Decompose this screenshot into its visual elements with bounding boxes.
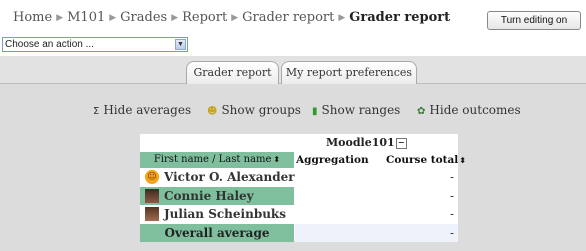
- grades-table: Moodle101− First name / Last name ⬍ Aggre…: [140, 134, 466, 242]
- breadcrumb-separator-icon: ▶: [109, 13, 117, 23]
- breadcrumb-report[interactable]: Report: [182, 10, 227, 25]
- choose-action-select[interactable]: Choose an action ... ▼: [2, 37, 188, 52]
- student-row-name[interactable]: ☺ Victor O. Alexander: [140, 168, 295, 186]
- avatar: [145, 206, 159, 221]
- breadcrumb-grader-report[interactable]: Grader report: [242, 10, 334, 25]
- breadcrumb: Home ▶ M101 ▶ Grades ▶ Report ▶ Grader report ▶ Gr…: [13, 10, 450, 25]
- hide-outcomes-toggle[interactable]: ✿ Hide outcomes: [417, 103, 521, 117]
- breadcrumb-home[interactable]: Home: [13, 10, 52, 25]
- student-name: Victor O. Alexander: [164, 170, 295, 184]
- choose-action-value: Choose an action ...: [5, 39, 94, 50]
- sort-icon[interactable]: ⬍: [459, 156, 466, 165]
- group-icon: ☻: [207, 106, 218, 117]
- chevron-down-icon[interactable]: ▼: [175, 39, 186, 50]
- breadcrumb-separator-icon: ▶: [338, 13, 346, 23]
- outcomes-icon: ✿: [417, 106, 426, 117]
- student-row-name[interactable]: Connie Haley: [140, 187, 294, 205]
- turn-editing-on-button[interactable]: Turn editing on: [487, 11, 581, 30]
- bar-chart-icon: ▮: [312, 106, 318, 117]
- student-name: Julian Scheinbuks: [164, 207, 286, 221]
- collapse-icon[interactable]: −: [395, 137, 407, 149]
- tab-my-report-preferences[interactable]: My report preferences: [281, 61, 417, 84]
- name-header-label: First name / Last name: [153, 154, 272, 165]
- breadcrumb-current: Grader report: [349, 10, 451, 25]
- course-total-header[interactable]: Course total⬍: [386, 152, 466, 168]
- student-total: -: [449, 207, 454, 221]
- sigma-icon: Σ: [93, 106, 100, 117]
- report-controls: Σ Hide averages ☻ Show groups ▮ Show ranges…: [0, 103, 586, 121]
- student-name: Connie Haley: [164, 189, 254, 203]
- overall-average-value: -: [295, 224, 458, 242]
- breadcrumb-separator-icon: ▶: [171, 13, 179, 23]
- course-name: Moodle101: [326, 136, 395, 149]
- show-ranges-label: Show ranges: [321, 103, 401, 117]
- breadcrumb-course[interactable]: M101: [67, 10, 105, 25]
- show-groups-toggle[interactable]: ☻ Show groups: [207, 103, 301, 117]
- breadcrumb-separator-icon: ▶: [56, 13, 64, 23]
- avatar: ☺: [145, 169, 159, 184]
- breadcrumb-grades[interactable]: Grades: [120, 10, 167, 25]
- hide-averages-label: Hide averages: [103, 103, 192, 117]
- show-groups-label: Show groups: [221, 103, 301, 117]
- student-total: -: [449, 170, 454, 184]
- name-column-header[interactable]: First name / Last name ⬍: [140, 152, 294, 168]
- hide-averages-toggle[interactable]: Σ Hide averages: [93, 103, 191, 117]
- tab-grader-report[interactable]: Grader report: [186, 61, 279, 84]
- avatar: [145, 188, 159, 203]
- aggregation-header: Aggregation: [296, 154, 369, 166]
- student-row-name[interactable]: Julian Scheinbuks: [140, 205, 294, 223]
- overall-average-label: Overall average: [140, 224, 294, 242]
- hide-outcomes-label: Hide outcomes: [429, 103, 521, 117]
- breadcrumb-separator-icon: ▶: [231, 13, 239, 23]
- show-ranges-toggle[interactable]: ▮ Show ranges: [312, 103, 400, 117]
- course-total-label: Course total: [386, 154, 459, 166]
- course-header: Moodle101−: [326, 135, 460, 151]
- sort-icon[interactable]: ⬍: [273, 155, 280, 164]
- student-total: -: [449, 189, 454, 203]
